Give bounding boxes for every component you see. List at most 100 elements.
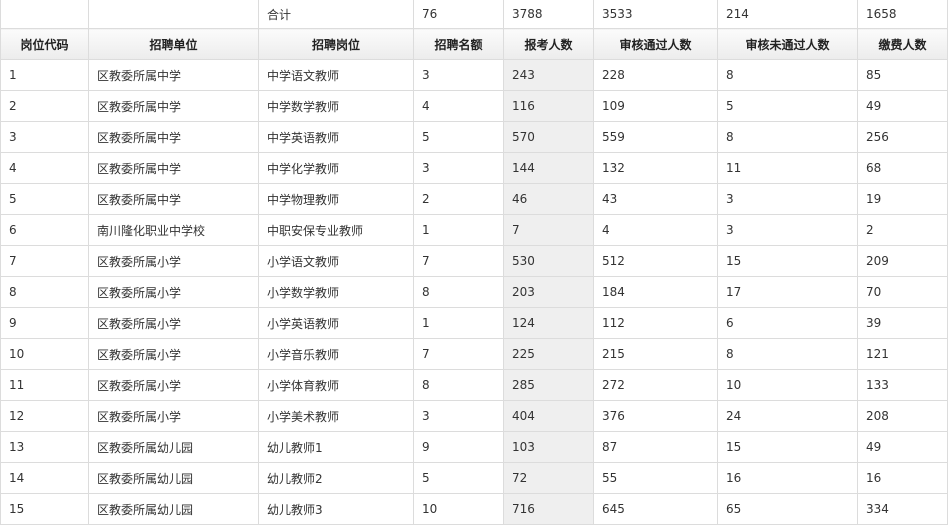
cell-quota: 1 [413,307,504,339]
cell-paid: 2 [857,214,948,246]
cell-position: 幼儿教师3 [258,493,414,525]
cell-rejected: 16 [717,462,858,494]
cell-unit: 区教委所属中学 [88,152,259,184]
cell-paid: 49 [857,90,948,122]
cell-applicants: 124 [503,307,594,339]
cell-position: 中学语文教师 [258,59,414,91]
table-row: 13 区教委所属幼儿园 幼儿教师1 9 103 87 15 49 [0,431,948,463]
cell-unit: 区教委所属小学 [88,276,259,308]
cell-quota: 1 [413,214,504,246]
column-header-rejected[interactable]: 审核未通过人数 [717,28,858,60]
table-row: 7 区教委所属小学 小学语文教师 7 530 512 15 209 [0,245,948,277]
cell-approved: 559 [593,121,718,153]
table-row: 6 南川隆化职业中学校 中职安保专业教师 1 7 4 3 2 [0,214,948,246]
cell-approved: 376 [593,400,718,432]
cell-quota: 3 [413,152,504,184]
cell-applicants: 243 [503,59,594,91]
cell-position: 小学语文教师 [258,245,414,277]
cell-unit: 区教委所属幼儿园 [88,462,259,494]
cell-applicants: 46 [503,183,594,215]
cell-applicants: 570 [503,121,594,153]
cell-quota: 5 [413,462,504,494]
cell-position-code: 4 [0,152,89,184]
cell-position-code: 15 [0,493,89,525]
cell-unit: 区教委所属小学 [88,338,259,370]
cell-paid: 19 [857,183,948,215]
cell-rejected: 5 [717,90,858,122]
cell-approved: 512 [593,245,718,277]
cell-rejected: 15 [717,431,858,463]
header-row: 岗位代码 招聘单位 招聘岗位 招聘名额 报考人数 审核通过人数 审核未通过人数 … [0,28,948,60]
table-row: 1 区教委所属中学 中学语文教师 3 243 228 8 85 [0,59,948,91]
cell-approved: 112 [593,307,718,339]
cell-position-code: 6 [0,214,89,246]
cell-position: 中职安保专业教师 [258,214,414,246]
cell-applicants: 116 [503,90,594,122]
cell-position: 中学物理教师 [258,183,414,215]
cell-position: 小学音乐教师 [258,338,414,370]
cell-rejected: 24 [717,400,858,432]
cell-approved: 87 [593,431,718,463]
cell-applicants: 404 [503,400,594,432]
cell-applicants: 203 [503,276,594,308]
column-header-paid[interactable]: 缴费人数 [857,28,948,60]
cell-position-code: 3 [0,121,89,153]
table-row: 4 区教委所属中学 中学化学教师 3 144 132 11 68 [0,152,948,184]
column-header-approved[interactable]: 审核通过人数 [593,28,718,60]
table-row: 2 区教委所属中学 中学数学教师 4 116 109 5 49 [0,90,948,122]
cell-position-code: 11 [0,369,89,401]
cell-rejected: 8 [717,59,858,91]
table-row: 8 区教委所属小学 小学数学教师 8 203 184 17 70 [0,276,948,308]
cell-approved: 184 [593,276,718,308]
cell-paid: 85 [857,59,948,91]
cell-position: 中学数学教师 [258,90,414,122]
cell-position: 幼儿教师1 [258,431,414,463]
cell-rejected: 65 [717,493,858,525]
total-applicants: 3788 [503,0,594,29]
table-row: 15 区教委所属幼儿园 幼儿教师3 10 716 645 65 334 [0,493,948,525]
column-header-quota[interactable]: 招聘名额 [413,28,504,60]
cell-unit: 区教委所属幼儿园 [88,431,259,463]
cell-quota: 8 [413,276,504,308]
cell-position-code: 7 [0,245,89,277]
cell-unit: 区教委所属幼儿园 [88,493,259,525]
table-row: 14 区教委所属幼儿园 幼儿教师2 5 72 55 16 16 [0,462,948,494]
cell-unit: 区教委所属小学 [88,400,259,432]
cell-rejected: 17 [717,276,858,308]
cell-paid: 49 [857,431,948,463]
cell-unit: 区教委所属中学 [88,183,259,215]
cell-position: 中学化学教师 [258,152,414,184]
cell-quota: 7 [413,245,504,277]
total-quota: 76 [413,0,504,29]
column-header-unit[interactable]: 招聘单位 [88,28,259,60]
cell-position: 小学体育教师 [258,369,414,401]
cell-rejected: 3 [717,214,858,246]
column-header-position-code[interactable]: 岗位代码 [0,28,89,60]
cell-approved: 55 [593,462,718,494]
cell-approved: 132 [593,152,718,184]
cell-approved: 4 [593,214,718,246]
cell-approved: 645 [593,493,718,525]
cell-unit: 区教委所属中学 [88,59,259,91]
total-cell [88,0,259,29]
cell-position: 幼儿教师2 [258,462,414,494]
cell-rejected: 6 [717,307,858,339]
cell-unit: 区教委所属小学 [88,245,259,277]
cell-unit: 区教委所属中学 [88,90,259,122]
cell-approved: 109 [593,90,718,122]
column-header-position[interactable]: 招聘岗位 [258,28,414,60]
cell-applicants: 103 [503,431,594,463]
cell-quota: 4 [413,90,504,122]
cell-rejected: 15 [717,245,858,277]
cell-unit: 区教委所属小学 [88,369,259,401]
total-paid: 1658 [857,0,948,29]
cell-position-code: 14 [0,462,89,494]
cell-rejected: 8 [717,338,858,370]
cell-paid: 256 [857,121,948,153]
cell-position-code: 10 [0,338,89,370]
cell-position: 小学英语教师 [258,307,414,339]
column-header-applicants[interactable]: 报考人数 [503,28,594,60]
total-approved: 3533 [593,0,718,29]
cell-position-code: 13 [0,431,89,463]
cell-position: 小学数学教师 [258,276,414,308]
